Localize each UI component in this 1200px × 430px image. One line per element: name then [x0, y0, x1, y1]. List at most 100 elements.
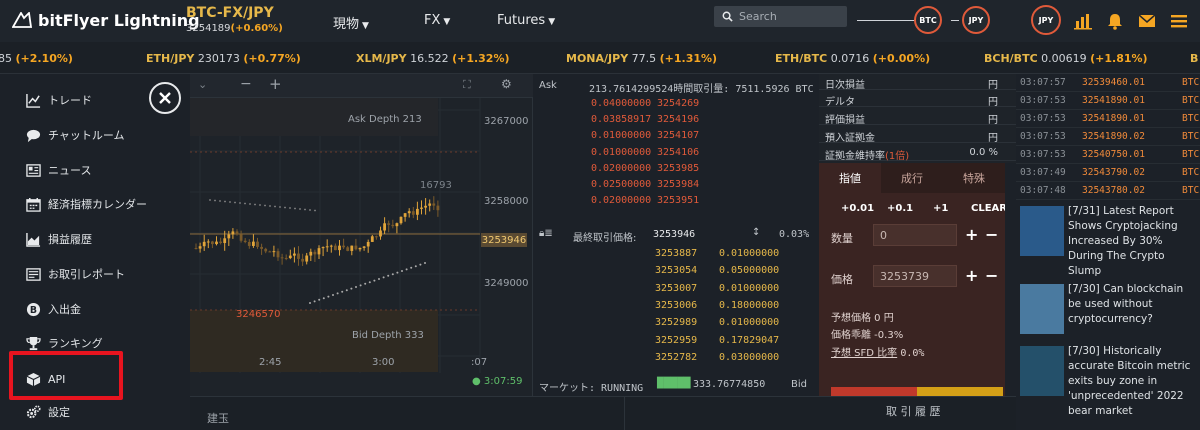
ask-size: 0.02500000 [591, 179, 652, 190]
exec-price: 32543780.02 [1082, 185, 1145, 196]
lock-icon[interactable]: 🔒︎≣ [539, 228, 553, 239]
ask-row[interactable]: 0.02000000 3253951 [533, 195, 819, 209]
positions-tab[interactable]: 建玉 [207, 410, 229, 426]
bar-chart-icon[interactable] [1074, 12, 1092, 30]
zoom-in-icon[interactable]: + [269, 75, 282, 93]
sfd-link[interactable]: 予想 SFD 比率 [831, 348, 897, 359]
ticker-item[interactable]: 85 (+2.10%) [0, 52, 73, 65]
bid-row[interactable]: 3253887 0.01000000 [533, 248, 819, 262]
caret-down-icon: ▼ [362, 21, 369, 31]
bid-price: 3252782 [655, 351, 698, 363]
ask-row[interactable]: 0.02000000 3253985 [533, 163, 819, 177]
fullscreen-icon[interactable]: ⛶ [463, 78, 471, 92]
candle-body [297, 253, 300, 259]
last-price-pct: 0.03% [779, 229, 810, 240]
indicator-dot [309, 302, 311, 304]
y-tick: 3249000 [484, 278, 529, 289]
candle-body [313, 251, 317, 255]
ask-row[interactable]: 0.01000000 3254106 [533, 147, 819, 161]
candle-body [239, 234, 243, 241]
bid-row[interactable]: 3252989 0.01000000 [533, 317, 819, 331]
add-1-button[interactable]: +1 [933, 203, 948, 214]
ticker-item[interactable]: ETH/JPY 230173 (+0.77%) [146, 52, 301, 65]
sidebar-item-chatroom[interactable]: チャットルーム [26, 124, 125, 146]
candle-body [420, 207, 423, 209]
arrows-vertical-icon[interactable]: ↕ [752, 227, 760, 238]
coin-badge-jpy[interactable]: JPY [962, 6, 990, 34]
bid-row[interactable]: 3252782 0.03000000 [533, 352, 819, 366]
bid-row[interactable]: 3252959 0.17829047 [533, 335, 819, 349]
ticker-item[interactable]: MONA/JPY 77.5 (+1.31%) [566, 52, 717, 65]
clear-button[interactable]: CLEAR [971, 203, 1007, 214]
search-input[interactable] [739, 10, 839, 23]
news-item[interactable]: [7/31] Latest Report Shows Cryptojacking… [1016, 202, 1200, 277]
indicator-dot [274, 205, 276, 208]
ask-row[interactable]: 0.03858917 3254196 [533, 114, 819, 128]
candle-body [276, 251, 280, 258]
buy-button[interactable] [917, 387, 1003, 396]
sell-button[interactable] [831, 387, 917, 396]
tab-limit[interactable]: 指値 [819, 163, 881, 193]
nav-futures[interactable]: Futures ▼ [497, 13, 555, 28]
news-headline: [7/30] Can blockchain be used without cr… [1068, 283, 1184, 325]
sidebar-item-label: 入出金 [48, 303, 81, 316]
bid-row[interactable]: 3253007 0.01000000 [533, 283, 819, 297]
brand-name: bitFlyer Lightning [38, 10, 200, 30]
search-box[interactable] [714, 6, 847, 27]
chevron-down-icon[interactable]: ⌄ [198, 78, 207, 91]
coin-badge-btc[interactable]: BTC [914, 6, 942, 34]
sidebar-item-news[interactable]: ニュース [26, 159, 91, 181]
ticker-item[interactable]: BCH/BTC 0.00619 (+1.81%) [984, 52, 1148, 65]
ticker-item[interactable]: ETH/BTC 0.0716 (+0.00%) [775, 52, 930, 65]
news-item[interactable]: [7/30] Can blockchain be used without cr… [1016, 280, 1200, 342]
close-menu-button[interactable] [149, 82, 181, 114]
nav-fx[interactable]: FX ▼ [424, 13, 450, 28]
candle-body [211, 241, 214, 245]
pair-selector[interactable]: BTC-FX/JPY 3254189(+0.60%) [186, 5, 283, 34]
indicator-dot [284, 206, 286, 209]
x-tick: 2:45 [259, 357, 282, 368]
tab-special[interactable]: 特殊 [943, 163, 1005, 193]
ticker-item[interactable]: B [1190, 52, 1198, 65]
gear-icon[interactable]: ⚙ [501, 77, 512, 91]
tab-market[interactable]: 成行 [881, 163, 943, 193]
sidebar-item-trade-report[interactable]: お取引レポート [26, 263, 125, 285]
exec-price: 32541890.01 [1082, 113, 1145, 124]
ticker-change: (+0.77%) [243, 52, 301, 65]
price-input[interactable] [873, 265, 957, 287]
ask-row[interactable]: 0.02500000 3253984 [533, 179, 819, 193]
price-plus-button[interactable]: + [965, 266, 978, 285]
indicator-dot [269, 205, 271, 207]
sidebar-item-trade[interactable]: トレード [26, 89, 92, 111]
candle-body [260, 246, 263, 249]
brand-logo[interactable]: bitFlyer Lightning [12, 10, 200, 30]
sidebar-item-pnl-history[interactable]: 損益履歴 [26, 228, 92, 250]
chat-bubble-icon [26, 129, 41, 142]
account-badge[interactable]: JPY [1031, 5, 1061, 35]
ask-row[interactable]: 0.01000000 3254107 [533, 130, 819, 144]
bid-row[interactable]: 3253054 0.05000000 [533, 265, 819, 279]
add-01-button[interactable]: +0.1 [887, 203, 913, 214]
sidebar-item-deposit-withdraw[interactable]: B 入出金 [26, 298, 81, 320]
menu-icon[interactable] [1170, 12, 1188, 30]
news-item[interactable]: [7/30] Historically accurate Bitcoin met… [1016, 342, 1200, 430]
bid-row[interactable]: 3253006 0.18000000 [533, 300, 819, 314]
nav-spot[interactable]: 現物 ▼ [333, 13, 369, 32]
bell-icon[interactable] [1106, 12, 1124, 30]
stat-value: 円 [988, 97, 998, 108]
candle-body [416, 208, 419, 215]
candle-body [321, 247, 325, 249]
zoom-out-icon[interactable]: − [240, 76, 252, 92]
quantity-minus-button[interactable]: − [985, 225, 998, 244]
ask-row[interactable]: 0.04000000 3254269 [533, 98, 819, 112]
sidebar-item-settings[interactable]: 設定 [26, 401, 70, 423]
quantity-input[interactable] [873, 224, 957, 246]
mail-icon[interactable] [1138, 12, 1156, 30]
ticker-item[interactable]: XLM/JPY 16.522 (+1.32%) [356, 52, 510, 65]
sidebar-item-calendar[interactable]: 経済指標カレンダー [26, 193, 147, 215]
price-minus-button[interactable]: − [985, 266, 998, 285]
exec-time: 03:07:49 [1020, 167, 1066, 178]
exec-market: BTC [1182, 131, 1200, 142]
add-001-button[interactable]: +0.01 [841, 203, 874, 214]
quantity-plus-button[interactable]: + [965, 225, 978, 244]
